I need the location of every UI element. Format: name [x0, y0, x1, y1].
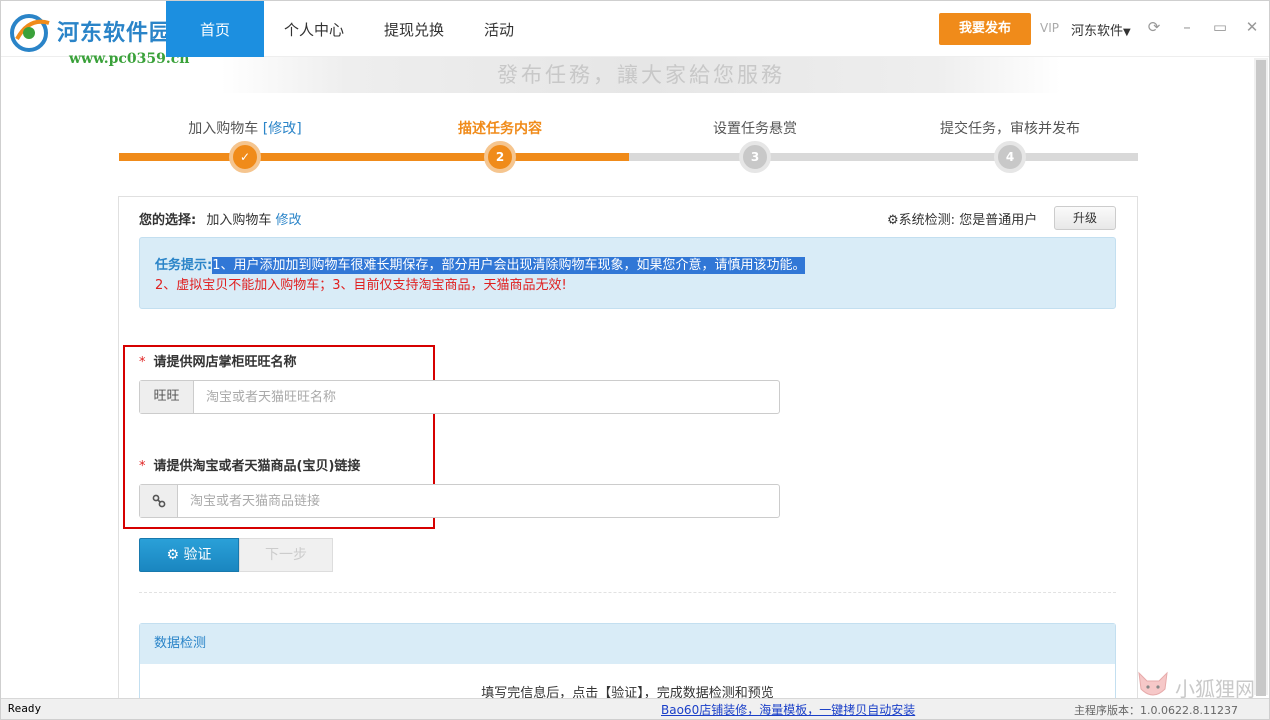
nav-item-activity[interactable]: 活动	[464, 1, 534, 57]
divider	[139, 592, 1116, 593]
task-panel: 您的选择: 加入购物车 修改 ⚙系统检测: 您是普通用户 升级 任务提示:1、用…	[118, 196, 1138, 713]
choice-edit-link[interactable]: 修改	[276, 213, 302, 228]
system-check-label: 系统检测:	[898, 213, 956, 228]
step-2-dot: 2	[484, 141, 516, 173]
top-bar: 河东软件园 www.pc0359.cn 首页 个人中心 提现兑换 活动 我要发布…	[1, 1, 1269, 67]
step-4-label: 提交任务，审核并发布	[940, 121, 1080, 137]
step-4-dot: 4	[994, 141, 1026, 173]
caret-down-icon: ▼	[1123, 27, 1131, 38]
progress-fill	[119, 153, 629, 161]
step-1-check-icon: ✓	[229, 141, 261, 173]
wangwang-label: * 请提供网店掌柜旺旺名称	[139, 355, 297, 370]
close-icon[interactable]: ✕	[1242, 17, 1262, 37]
required-star: *	[139, 459, 146, 474]
choice-row: 您的选择: 加入购物车 修改	[139, 209, 302, 228]
nav-item-personal-center[interactable]: 个人中心	[264, 1, 364, 57]
verify-button[interactable]: ⚙ 验证	[139, 538, 239, 572]
status-ready: Ready	[8, 702, 42, 715]
link-icon	[140, 485, 178, 517]
wangwang-input[interactable]	[194, 381, 779, 413]
tip-line-1: 1、用户添加加到购物车很难长期保存，部分用户会出现清除购物车现象，如果您介意，请…	[212, 257, 806, 274]
status-ad-link[interactable]: Bao60店铺装修，海量模板，一键拷贝自动安装	[661, 701, 915, 718]
verify-label: 验证	[183, 547, 212, 563]
required-star: *	[139, 355, 146, 370]
upgrade-button[interactable]: 升级	[1054, 206, 1116, 230]
tip-line-2: 2、虚拟宝贝不能加入购物车；3、目前仅支持淘宝商品，天猫商品无效!	[155, 278, 567, 293]
publish-button[interactable]: 我要发布	[939, 13, 1031, 45]
progress-track	[119, 153, 1138, 161]
gear-icon: ⚙	[887, 213, 899, 228]
minimize-icon[interactable]: –	[1177, 17, 1197, 37]
data-check-title: 数据检测	[140, 624, 1115, 664]
step-2-label: 描述任务内容	[458, 121, 542, 137]
step-1-label: 加入购物车 [修改]	[188, 121, 302, 137]
next-step-button[interactable]: 下一步	[239, 538, 333, 572]
logo-title: 河东软件园	[57, 21, 173, 46]
wangwang-addon: 旺旺	[140, 381, 194, 413]
app-window: 河东软件园 www.pc0359.cn 首页 个人中心 提现兑换 活动 我要发布…	[0, 0, 1270, 720]
user-name: 河东软件	[1071, 24, 1124, 39]
refresh-icon[interactable]: ⟳	[1144, 17, 1164, 37]
product-link-input-group	[139, 484, 780, 518]
nav-item-home[interactable]: 首页	[166, 1, 264, 57]
gears-icon: ⚙	[166, 547, 180, 563]
task-tip-box: 任务提示:1、用户添加加到购物车很难长期保存，部分用户会出现清除购物车现象，如果…	[139, 237, 1116, 309]
system-check: ⚙系统检测: 您是普通用户	[887, 209, 1037, 228]
choice-label: 您的选择:	[139, 213, 197, 228]
slogan-text: 發布任務，讓大家給您服務	[497, 63, 785, 87]
tip-title: 任务提示:	[155, 258, 213, 273]
logo-icon	[10, 14, 50, 52]
main-nav: 首页 个人中心 提现兑换 活动	[166, 1, 534, 57]
nav-item-withdraw[interactable]: 提现兑换	[364, 1, 464, 57]
logo: 河东软件园 www.pc0359.cn	[5, 7, 189, 67]
vip-label: VIP	[1040, 21, 1059, 35]
status-bar: Ready Bao60店铺装修，海量模板，一键拷贝自动安装 主程序版本：1.0.…	[1, 698, 1269, 719]
user-menu[interactable]: 河东软件▼	[1071, 20, 1131, 39]
step-3-dot: 3	[739, 141, 771, 173]
step-1-edit-link[interactable]: [修改]	[263, 121, 302, 137]
scroll-thumb[interactable]	[1256, 60, 1266, 696]
wangwang-input-group: 旺旺	[139, 380, 780, 414]
step-3-label: 设置任务悬赏	[713, 121, 797, 137]
product-link-label: * 请提供淘宝或者天猫商品(宝贝)链接	[139, 459, 361, 474]
product-link-input[interactable]	[178, 485, 779, 517]
vertical-scrollbar[interactable]	[1254, 58, 1268, 696]
status-version: 主程序版本：1.0.0622.8.11237	[1074, 704, 1238, 717]
slogan-banner: 發布任務，讓大家給您服務	[221, 57, 1061, 93]
system-check-value: 您是普通用户	[959, 213, 1038, 228]
maximize-icon[interactable]: ▭	[1210, 17, 1230, 37]
choice-value: 加入购物车	[206, 213, 272, 228]
